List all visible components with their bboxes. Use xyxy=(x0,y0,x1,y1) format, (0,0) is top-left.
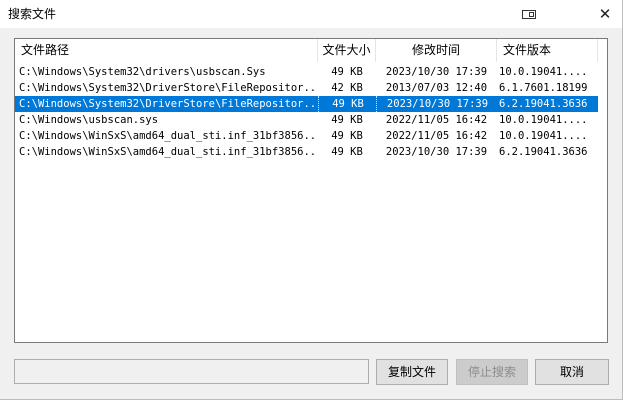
column-header-size[interactable]: 文件大小 xyxy=(318,39,376,62)
table-row[interactable]: C:\Windows\WinSxS\amd64_dual_sti.inf_31b… xyxy=(15,144,598,160)
cell-modified: 2022/11/05 16:42 xyxy=(385,114,488,126)
file-list[interactable]: 文件路径 文件大小 修改时间 文件版本 C:\Windows\System32\… xyxy=(14,38,608,343)
cell-version: 10.0.19041.... xyxy=(499,66,588,78)
cell-version: 6.2.19041.3636 xyxy=(499,146,588,158)
cell-path: C:\Windows\System32\DriverStore\FileRepo… xyxy=(19,82,316,94)
cell-size: 49 KB xyxy=(331,130,363,142)
cell-path: C:\Windows\System32\DriverStore\FileRepo… xyxy=(19,98,316,110)
table-row[interactable]: C:\Windows\WinSxS\amd64_dual_sti.inf_31b… xyxy=(15,128,598,144)
cell-path: C:\Windows\usbscan.sys xyxy=(19,114,159,126)
column-header-version[interactable]: 文件版本 xyxy=(497,39,598,62)
table-row[interactable]: C:\Windows\System32\drivers\usbscan.Sys 4… xyxy=(15,64,598,80)
restore-icon xyxy=(522,9,536,19)
cell-size: 49 KB xyxy=(331,66,363,78)
cell-version: 6.2.19041.3636 xyxy=(499,98,588,110)
search-files-dialog: 搜索文件 ✕ 文件路径 文件大小 修改时间 文件版本 C:\Windows\Sy… xyxy=(0,0,623,400)
cell-modified: 2023/10/30 17:39 xyxy=(376,96,498,112)
cancel-button[interactable]: 取消 xyxy=(535,359,609,385)
cell-path: C:\Windows\WinSxS\amd64_dual_sti.inf_31b… xyxy=(19,146,316,158)
column-header-modified[interactable]: 修改时间 xyxy=(376,39,497,62)
list-rows: C:\Windows\System32\drivers\usbscan.Sys 4… xyxy=(15,64,607,160)
list-header: 文件路径 文件大小 修改时间 文件版本 xyxy=(15,39,607,62)
column-header-path[interactable]: 文件路径 xyxy=(15,39,318,62)
table-row[interactable]: C:\Windows\System32\DriverStore\FileRepo… xyxy=(15,96,598,112)
cell-version: 6.1.7601.18199 xyxy=(499,82,588,94)
cell-version: 10.0.19041.... xyxy=(499,114,588,126)
cell-size: 49 KB xyxy=(331,146,363,158)
cell-size: 49 KB xyxy=(331,114,363,126)
stop-search-button[interactable]: 停止搜索 xyxy=(456,359,528,385)
cell-path: C:\Windows\WinSxS\amd64_dual_sti.inf_31b… xyxy=(19,130,316,142)
restore-button[interactable] xyxy=(512,0,546,28)
copy-files-button[interactable]: 复制文件 xyxy=(376,359,448,385)
cell-modified: 2022/11/05 16:42 xyxy=(385,130,488,142)
cell-path: C:\Windows\System32\drivers\usbscan.Sys xyxy=(19,66,266,78)
cell-version: 10.0.19041.... xyxy=(499,130,588,142)
status-field xyxy=(14,359,369,384)
close-icon: ✕ xyxy=(598,4,612,23)
cell-modified: 2023/10/30 17:39 xyxy=(385,66,488,78)
close-button[interactable]: ✕ xyxy=(588,0,622,28)
cell-size: 42 KB xyxy=(331,82,363,94)
table-row[interactable]: C:\Windows\System32\DriverStore\FileRepo… xyxy=(15,80,598,96)
window-title: 搜索文件 xyxy=(8,7,57,21)
title-bar: 搜索文件 ✕ xyxy=(0,0,622,28)
table-row[interactable]: C:\Windows\usbscan.sys 49 KB 2022/11/05 16… xyxy=(15,112,598,128)
cell-modified: 2023/10/30 17:39 xyxy=(385,146,488,158)
cell-modified: 2013/07/03 12:40 xyxy=(385,82,488,94)
cell-size: 49 KB xyxy=(318,96,377,112)
